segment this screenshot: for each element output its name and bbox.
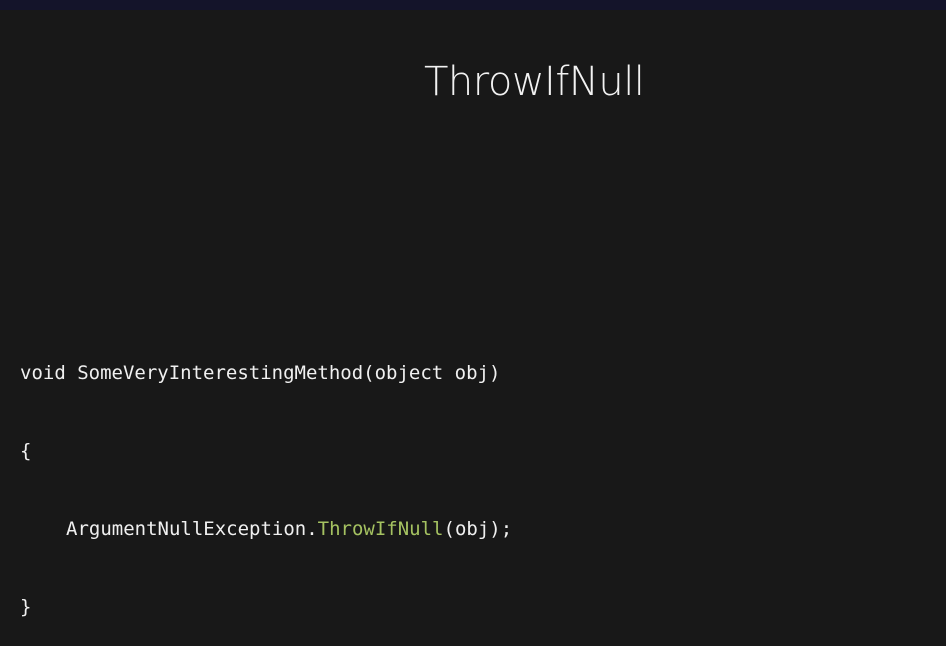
code-line-2: { [20, 440, 32, 462]
code-line-3: ArgumentNullException.ThrowIfNull(obj); [20, 516, 512, 542]
slide-title: ThrowIfNull [424, 59, 645, 105]
code-class-name: ArgumentNullException. [66, 518, 318, 540]
code-block: void SomeVeryInterestingMethod(object ob… [20, 308, 512, 646]
code-method-name: ThrowIfNull [317, 518, 444, 540]
code-line-1: void SomeVeryInterestingMethod(object ob… [20, 362, 501, 384]
code-call-args: (obj); [443, 518, 513, 540]
code-line-4: } [20, 596, 32, 618]
top-bar [0, 0, 946, 10]
